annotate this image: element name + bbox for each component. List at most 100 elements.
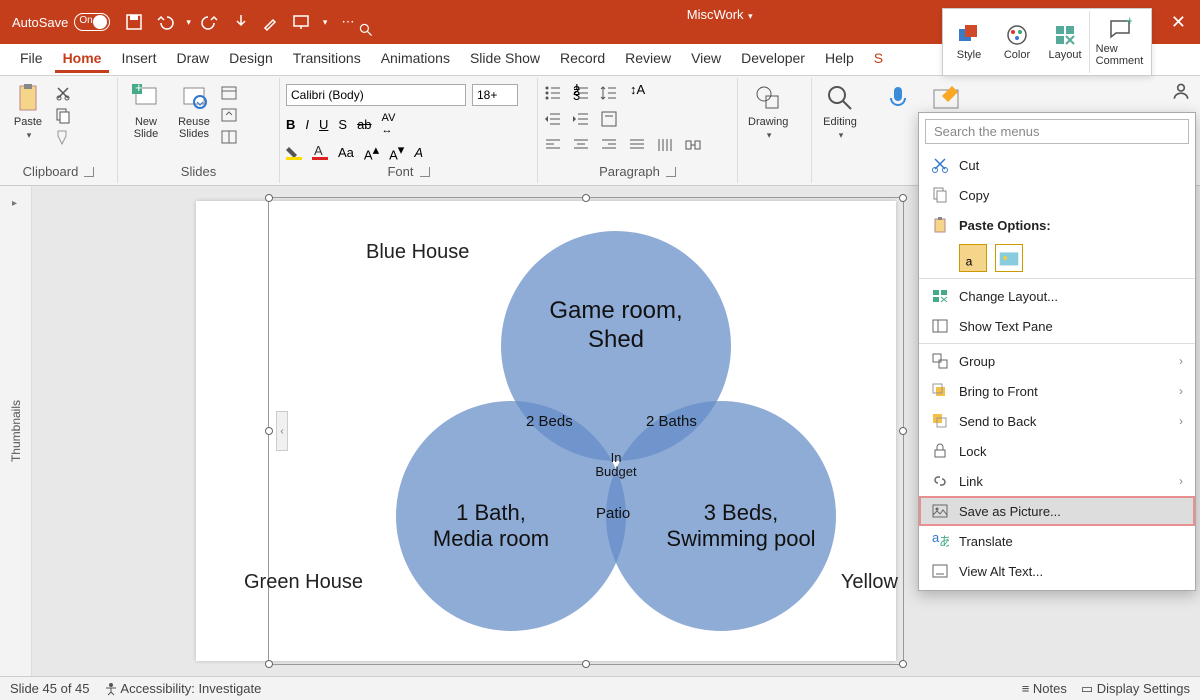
context-search-input[interactable]: Search the menus bbox=[925, 119, 1189, 144]
tab-insert[interactable]: Insert bbox=[113, 46, 164, 73]
tab-help[interactable]: Help bbox=[817, 46, 862, 73]
increase-indent-icon[interactable] bbox=[572, 110, 590, 128]
align-right-icon[interactable] bbox=[600, 136, 618, 154]
display-settings-button[interactable]: ▭ Display Settings bbox=[1081, 681, 1190, 697]
svg-text:3: 3 bbox=[573, 88, 580, 102]
venn-circle-left[interactable]: 1 Bath, Media room bbox=[396, 401, 626, 631]
font-color-icon[interactable]: A bbox=[312, 144, 328, 160]
font-launcher[interactable] bbox=[420, 167, 430, 177]
align-left-icon[interactable] bbox=[544, 136, 562, 154]
font-size-input[interactable] bbox=[472, 84, 518, 106]
reuse-slides-button[interactable]: Reuse Slides bbox=[172, 80, 216, 142]
decrease-indent-icon[interactable] bbox=[544, 110, 562, 128]
tab-home[interactable]: Home bbox=[55, 46, 110, 73]
tab-file[interactable]: File bbox=[12, 46, 51, 73]
shrink-font-icon[interactable]: A▾ bbox=[389, 142, 404, 162]
ctx-paste-options: Paste Options: bbox=[919, 210, 1195, 240]
ctx-alt-text[interactable]: View Alt Text... bbox=[919, 556, 1195, 586]
tab-animations[interactable]: Animations bbox=[373, 46, 458, 73]
tab-cut-off[interactable]: S bbox=[866, 46, 891, 73]
editing-button[interactable]: Editing ▾ bbox=[818, 80, 862, 143]
redo-icon[interactable] bbox=[201, 12, 221, 32]
char-spacing-button[interactable]: AV↔ bbox=[382, 112, 396, 136]
bring-front-icon bbox=[931, 382, 949, 400]
paste-option-theme[interactable]: a bbox=[959, 244, 987, 272]
paste-button[interactable]: Paste ▾ bbox=[6, 80, 50, 143]
dictate-icon[interactable] bbox=[884, 84, 912, 112]
slide-counter[interactable]: Slide 45 of 45 bbox=[10, 681, 90, 696]
strike-button[interactable]: ab bbox=[357, 117, 371, 132]
ctx-lock[interactable]: Lock bbox=[919, 436, 1195, 466]
italic-button[interactable]: I bbox=[305, 117, 309, 132]
tab-review[interactable]: Review bbox=[617, 46, 679, 73]
tab-slideshow[interactable]: Slide Show bbox=[462, 46, 548, 73]
undo-icon[interactable] bbox=[154, 12, 174, 32]
contextual-tools: Style Color Layout + New Comment bbox=[942, 8, 1152, 76]
align-center-icon[interactable] bbox=[572, 136, 590, 154]
tab-transitions[interactable]: Transitions bbox=[285, 46, 369, 73]
venn-circle-right[interactable]: 3 Beds, Swimming pool bbox=[606, 401, 836, 631]
change-case-button[interactable]: Aa bbox=[338, 145, 354, 160]
layout-button[interactable]: Layout bbox=[1041, 11, 1089, 73]
justify-icon[interactable] bbox=[628, 136, 646, 154]
ctx-show-text-pane[interactable]: Show Text Pane bbox=[919, 311, 1195, 341]
new-slide-button[interactable]: + New Slide bbox=[124, 80, 168, 142]
line-spacing-icon[interactable] bbox=[600, 84, 618, 102]
ctx-link[interactable]: Link› bbox=[919, 466, 1195, 496]
tab-design[interactable]: Design bbox=[221, 46, 281, 73]
ctx-send-back[interactable]: Send to Back› bbox=[919, 406, 1195, 436]
underline-button[interactable]: U bbox=[319, 117, 328, 132]
thumbnail-rail[interactable]: ▸ Thumbnails bbox=[0, 186, 32, 676]
clear-format-icon[interactable]: A bbox=[414, 145, 423, 160]
text-direction-icon[interactable]: ↕A bbox=[628, 84, 646, 102]
reset-slide-icon[interactable] bbox=[220, 106, 238, 124]
link-icon bbox=[931, 472, 949, 490]
designer-icon[interactable] bbox=[932, 84, 966, 112]
autosave-toggle[interactable]: AutoSave On bbox=[12, 13, 110, 31]
numbering-icon[interactable]: 123 bbox=[572, 84, 590, 102]
label-yellow-house: Yellow bbox=[841, 571, 898, 594]
ctx-translate[interactable]: aあTranslate bbox=[919, 526, 1195, 556]
ctx-bring-front[interactable]: Bring to Front› bbox=[919, 376, 1195, 406]
slide-layout-icon[interactable] bbox=[220, 84, 238, 102]
ctx-change-layout[interactable]: Change Layout... bbox=[919, 281, 1195, 311]
tab-view[interactable]: View bbox=[683, 46, 729, 73]
notes-button[interactable]: ≡ Notes bbox=[1022, 681, 1067, 696]
tab-record[interactable]: Record bbox=[552, 46, 613, 73]
touch-mode-icon[interactable] bbox=[231, 12, 251, 32]
color-button[interactable]: Color bbox=[993, 11, 1041, 73]
shadow-button[interactable]: S bbox=[338, 117, 347, 132]
ctx-copy[interactable]: Copy bbox=[919, 180, 1195, 210]
columns-icon[interactable] bbox=[656, 136, 674, 154]
font-name-input[interactable] bbox=[286, 84, 466, 106]
grow-font-icon[interactable]: A▴ bbox=[364, 142, 379, 162]
cut-icon[interactable] bbox=[54, 84, 72, 102]
format-painter-icon[interactable] bbox=[54, 128, 72, 146]
ctx-save-as-picture[interactable]: Save as Picture... bbox=[919, 496, 1195, 526]
tab-developer[interactable]: Developer bbox=[733, 46, 813, 73]
present-icon[interactable] bbox=[291, 12, 311, 32]
style-button[interactable]: Style bbox=[945, 11, 993, 73]
smartart-expand-button[interactable]: ‹ bbox=[276, 411, 288, 451]
bullets-icon[interactable] bbox=[544, 84, 562, 102]
bold-button[interactable]: B bbox=[286, 117, 295, 132]
tab-draw[interactable]: Draw bbox=[168, 46, 217, 73]
translate-icon: aあ bbox=[931, 532, 949, 550]
section-icon[interactable] bbox=[220, 128, 238, 146]
eyedropper-icon[interactable] bbox=[261, 12, 281, 32]
highlight-icon[interactable] bbox=[286, 144, 302, 160]
ctx-group[interactable]: Group› bbox=[919, 346, 1195, 376]
share-icon[interactable] bbox=[1170, 80, 1192, 102]
copy-icon[interactable] bbox=[54, 106, 72, 124]
smartart-convert-icon[interactable] bbox=[684, 136, 702, 154]
new-comment-button[interactable]: + New Comment bbox=[1089, 11, 1149, 73]
accessibility-status[interactable]: Accessibility: Investigate bbox=[104, 681, 262, 696]
paragraph-launcher[interactable] bbox=[666, 167, 676, 177]
ctx-cut[interactable]: Cut bbox=[919, 150, 1195, 180]
paste-option-picture[interactable] bbox=[995, 244, 1023, 272]
align-text-icon[interactable] bbox=[600, 110, 618, 128]
drawing-button[interactable]: Drawing ▾ bbox=[744, 80, 792, 143]
save-icon[interactable] bbox=[124, 12, 144, 32]
close-icon[interactable]: ✕ bbox=[1165, 12, 1192, 33]
clipboard-launcher[interactable] bbox=[84, 167, 94, 177]
